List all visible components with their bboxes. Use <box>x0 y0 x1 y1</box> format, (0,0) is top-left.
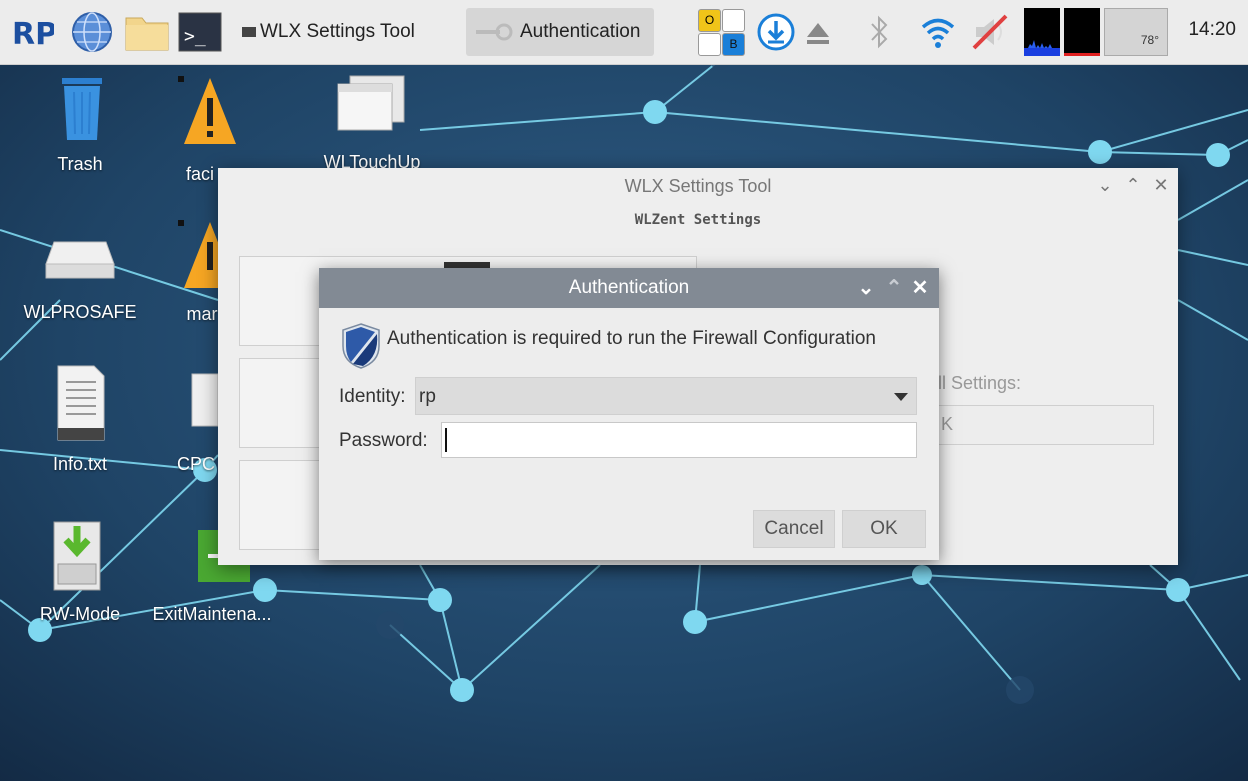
windows-icon <box>337 75 405 131</box>
task-label: WLX Settings Tool <box>260 21 415 42</box>
close-icon: ✕ <box>911 277 929 299</box>
volume-button[interactable] <box>970 12 1014 52</box>
settings-field-value: K <box>941 414 954 434</box>
auth-minimize-button[interactable]: ⌄ <box>855 277 877 299</box>
key-icon <box>476 23 513 41</box>
indicator-o: O <box>698 9 721 32</box>
cpu-monitor <box>1064 8 1100 56</box>
task-label: Authentication <box>520 21 641 42</box>
cpu-bar-icon <box>1064 53 1100 56</box>
download-icon <box>757 13 795 51</box>
indicator-empty-2 <box>698 33 721 56</box>
desktop-icon-label: RW-Mode <box>39 604 121 624</box>
globe-icon <box>72 12 112 52</box>
chevron-down-icon: ⌄ <box>1097 175 1113 195</box>
desktop-icon-trash[interactable]: Trash <box>20 74 140 174</box>
ok-button[interactable]: OK <box>842 510 926 548</box>
wifi-button[interactable] <box>918 12 958 52</box>
auth-maximize-button[interactable]: ⌃ <box>883 277 905 299</box>
identity-dropdown[interactable]: rp <box>415 377 917 415</box>
network-graph-icon <box>1024 40 1060 56</box>
chevron-down-icon: ⌄ <box>857 277 875 299</box>
window-icon <box>242 27 256 37</box>
task-authentication[interactable]: Authentication <box>466 8 654 56</box>
password-label: Password: <box>339 430 428 451</box>
identity-value: rp <box>419 386 436 407</box>
trash-icon <box>62 78 102 140</box>
browser-launcher[interactable] <box>70 10 114 54</box>
keyboard-indicators[interactable]: O B <box>698 9 746 57</box>
clock[interactable]: 14:20 <box>1188 19 1236 41</box>
rp-menu-button[interactable]: RP <box>10 10 57 54</box>
password-input[interactable] <box>441 422 917 458</box>
chevron-up-icon: ⌃ <box>1125 175 1141 195</box>
text-file-icon <box>57 365 105 441</box>
bluetooth-button[interactable] <box>864 12 894 52</box>
desktop-icon-label: ExitMaintena... <box>152 604 272 624</box>
wifi-icon <box>921 18 955 48</box>
desktop-icon-label: WLPROSAFE <box>23 302 137 322</box>
svg-text:>_: >_ <box>184 26 206 47</box>
svg-text:RP: RP <box>12 17 54 52</box>
auth-title: Authentication <box>568 277 690 298</box>
folder-icon <box>125 17 169 51</box>
settings-window-subtitle: WLZent Settings <box>634 212 762 228</box>
task-wlx-settings[interactable]: WLX Settings Tool <box>238 8 428 56</box>
network-monitor <box>1024 8 1060 56</box>
desktop-icon-info-txt[interactable]: Info.txt <box>20 364 140 474</box>
settings-field[interactable]: K <box>938 405 1154 445</box>
chevron-up-icon: ⌃ <box>885 277 903 299</box>
desktop-icon-rw-mode[interactable]: RW-Mode <box>20 516 140 624</box>
eject-icon <box>807 23 829 44</box>
desktop-icon-label: Info.txt <box>52 454 108 474</box>
taskbar: RP >_ WLX Settings Tool Authentication O… <box>0 0 1248 65</box>
text-caret <box>445 428 447 452</box>
updater-button[interactable] <box>756 12 796 52</box>
dropdown-arrow-icon <box>894 393 908 401</box>
desktop-icon-wlprosafe[interactable]: WLPROSAFE <box>20 232 140 332</box>
maximize-button[interactable]: ⌃ <box>1122 174 1144 196</box>
settings-section-2 <box>239 358 331 448</box>
drive-icon <box>45 241 115 279</box>
eject-button[interactable] <box>802 16 834 48</box>
install-icon <box>53 521 101 591</box>
auth-close-button[interactable]: ✕ <box>909 277 931 299</box>
close-icon: ✕ <box>1153 175 1169 195</box>
identity-label: Identity: <box>339 386 406 407</box>
authentication-dialog: Authentication ⌄ ⌃ ✕ Authentication is r… <box>319 268 939 560</box>
close-button[interactable]: ✕ <box>1150 174 1172 196</box>
desktop-icon-wltouchup[interactable]: WLTouchUp <box>312 74 432 174</box>
settings-section-3 <box>239 460 331 550</box>
raspberry-logo-icon: RP <box>12 17 57 52</box>
warning-icon <box>178 76 236 144</box>
indicator-empty-1 <box>722 9 745 32</box>
cancel-button[interactable]: Cancel <box>753 510 835 548</box>
terminal-launcher[interactable]: >_ <box>178 12 222 52</box>
terminal-icon: >_ <box>178 12 222 52</box>
file-manager-launcher[interactable] <box>124 12 170 52</box>
shield-icon <box>342 323 380 369</box>
temperature-monitor: 78° <box>1104 8 1168 56</box>
indicator-b: B <box>722 33 745 56</box>
desktop-icon-label: Trash <box>57 154 103 174</box>
minimize-button[interactable]: ⌄ <box>1094 174 1116 196</box>
temperature-value: 78° <box>1140 33 1159 47</box>
auth-titlebar: Authentication ⌄ ⌃ ✕ <box>319 268 939 308</box>
auth-message: Authentication is required to run the Fi… <box>387 328 876 349</box>
bluetooth-icon <box>871 15 888 49</box>
settings-field-label: ll Settings: <box>938 373 1022 393</box>
settings-window-title: WLX Settings Tool <box>624 176 772 196</box>
volume-muted-icon <box>972 14 1008 50</box>
